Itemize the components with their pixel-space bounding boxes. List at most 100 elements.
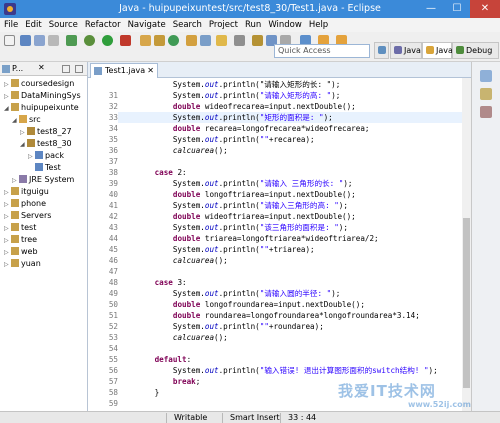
tree-item[interactable]: ▷ coursedesign [4, 78, 74, 90]
debug-icon[interactable] [84, 35, 95, 46]
search-icon[interactable] [216, 35, 227, 46]
tree-item[interactable]: ▷ test [4, 222, 36, 234]
tree-item[interactable]: ◢ test8_30 [20, 138, 72, 150]
code-line[interactable]: calcuarea(); [118, 145, 471, 156]
javaee-perspective-button[interactable]: Java EE [390, 42, 422, 70]
toggle-mark-icon[interactable] [234, 35, 245, 46]
code-line[interactable]: double roundarea=longofroundarea*longofr… [118, 310, 471, 321]
maximize-button[interactable]: ☐ [444, 0, 470, 18]
menu-help[interactable]: Help [305, 18, 331, 31]
code-line[interactable] [118, 266, 471, 277]
problems-icon[interactable] [480, 106, 492, 118]
code-line[interactable]: System.out.println("请输入 三角形的长: "); [118, 178, 471, 189]
menu-run[interactable]: Run [241, 18, 264, 31]
code-line[interactable] [118, 398, 471, 409]
code-line[interactable]: System.out.println("请输入圆的半径: "); [118, 288, 471, 299]
code-line[interactable]: System.out.println(""+recarea); [118, 134, 471, 145]
tree-item[interactable]: ▷ pack [28, 150, 64, 162]
expand-arrow-icon[interactable]: ◢ [4, 103, 11, 115]
code-area[interactable]: System.out.println("请输入矩形的长: "); System.… [118, 78, 471, 411]
annotation-next-icon[interactable] [252, 35, 263, 46]
java-perspective-button[interactable]: Java [422, 42, 453, 59]
external-tools-icon[interactable] [120, 35, 131, 46]
debug-perspective-button[interactable] [374, 42, 389, 59]
debug-perspective-tab[interactable]: Debug [452, 42, 499, 59]
code-token: System. [118, 366, 205, 375]
code-line[interactable]: double wideofrecarea=input.nextDouble(); [118, 101, 471, 112]
run-icon[interactable] [102, 35, 113, 46]
code-line[interactable]: System.out.println("请输入三角形的高: "); [118, 200, 471, 211]
code-line[interactable]: System.out.println(""+triarea); [118, 244, 471, 255]
tree-item[interactable]: ▷ test8_27 [20, 126, 72, 138]
code-token: System. [118, 201, 205, 210]
menu-file[interactable]: File [0, 18, 21, 31]
code-line[interactable]: System.out.println("矩形的面积是: "); [118, 112, 471, 123]
code-line[interactable]: double recarea=longofrecarea*wideofrecar… [118, 123, 471, 134]
save-icon[interactable] [20, 35, 31, 46]
menu-edit[interactable]: Edit [21, 18, 44, 31]
code-line[interactable]: System.out.println("请输入矩形的长: "); [118, 79, 471, 90]
annotation-ruler[interactable] [88, 78, 98, 411]
expand-arrow-icon[interactable]: ◢ [20, 139, 27, 151]
code-line[interactable]: double wideoftriarea=input.nextDouble(); [118, 211, 471, 222]
code-line[interactable]: double longofroundarea=input.nextDouble(… [118, 299, 471, 310]
close-tab-icon[interactable]: ✕ [147, 64, 154, 78]
menu-window[interactable]: Window [264, 18, 305, 31]
tree-item[interactable]: ▷ yuan [4, 258, 41, 270]
code-line[interactable]: default: [118, 354, 471, 365]
tree-item[interactable]: ▷ web [4, 246, 38, 258]
open-type-icon[interactable] [186, 35, 197, 46]
code-line[interactable]: double longoftriarea=input.nextDouble(); [118, 189, 471, 200]
code-line[interactable]: System.out.println(""+roundarea); [118, 321, 471, 332]
editor-tab-test1[interactable]: Test1.java ✕ [90, 63, 158, 78]
code-line[interactable]: } [118, 387, 471, 398]
task-list-icon[interactable] [480, 88, 492, 100]
package-explorer-tab[interactable]: P... ✕ [0, 62, 87, 76]
tree-item[interactable]: ▷ tree [4, 234, 37, 246]
code-line[interactable] [118, 343, 471, 354]
code-line[interactable]: case 3: [118, 277, 471, 288]
minimize-view-icon[interactable] [62, 65, 70, 73]
new-java-project-icon[interactable] [140, 35, 151, 46]
open-task-icon[interactable] [200, 35, 211, 46]
new-class-icon[interactable] [168, 35, 179, 46]
menu-source[interactable]: Source [45, 18, 81, 31]
editor-vertical-scrollbar[interactable] [462, 78, 471, 411]
new-package-icon[interactable] [154, 35, 165, 46]
maximize-view-icon[interactable] [75, 65, 83, 73]
new-icon[interactable] [4, 35, 15, 46]
close-button[interactable]: ✕ [470, 0, 500, 18]
code-line[interactable]: break; [118, 376, 471, 387]
code-line[interactable]: System.out.println("该三角形的面积是: "); [118, 222, 471, 233]
tree-item[interactable]: ▷ Servers [4, 210, 51, 222]
scrollbar-thumb[interactable] [463, 218, 470, 388]
tree-item[interactable]: ▷ JRE System [12, 174, 74, 186]
tree-item[interactable]: ◢ src [12, 114, 41, 126]
tree-item[interactable]: ▷ DataMiningSys [4, 90, 81, 102]
code-line[interactable]: System.out.println("请输入矩形的高: "); [118, 90, 471, 101]
quick-access-input[interactable]: Quick Access [274, 44, 370, 58]
code-line[interactable]: System.out.println("输入错误! 退出计算图形面积的switc… [118, 365, 471, 376]
tree-item[interactable]: ▷ phone [4, 198, 46, 210]
code-line[interactable] [118, 156, 471, 167]
save-all-icon[interactable] [34, 35, 45, 46]
tree-item[interactable]: ▷ itguigu [4, 186, 49, 198]
tree-item[interactable]: Test [28, 162, 61, 174]
print-icon[interactable] [48, 35, 59, 46]
server-icon[interactable] [66, 35, 77, 46]
tree-item[interactable]: ◢ huipupeixunte [4, 102, 79, 114]
menu-navigate[interactable]: Navigate [124, 18, 169, 31]
outline-icon[interactable] [480, 70, 492, 82]
code-token: out [204, 322, 219, 331]
code-line[interactable]: double triarea=longoftriarea*wideoftriar… [118, 233, 471, 244]
menu-refactor[interactable]: Refactor [81, 18, 124, 31]
menu-project[interactable]: Project [205, 18, 241, 31]
expand-arrow-icon[interactable]: ▷ [4, 259, 11, 271]
expand-arrow-icon[interactable]: ◢ [12, 115, 19, 127]
code-line[interactable]: calcuarea(); [118, 332, 471, 343]
close-view-icon[interactable]: ✕ [38, 63, 45, 72]
menu-search[interactable]: Search [169, 18, 205, 31]
minimize-button[interactable]: — [418, 0, 444, 18]
code-line[interactable]: calcuarea(); [118, 255, 471, 266]
code-line[interactable]: case 2: [118, 167, 471, 178]
